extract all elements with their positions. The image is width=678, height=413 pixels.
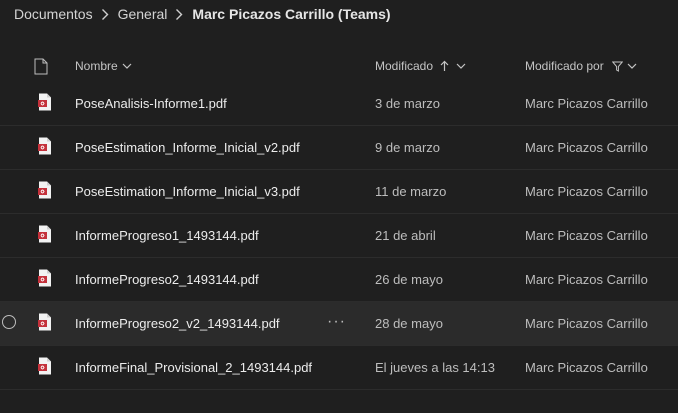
files-view: Documentos General Marc Picazos Carrillo… [0,0,678,413]
breadcrumb-general[interactable]: General [118,6,168,22]
pdf-file-icon [38,357,52,375]
pdf-file-icon [38,225,52,243]
column-header-name[interactable]: Nombre [75,52,132,80]
file-modified-by: Marc Picazos Carrillo [525,184,648,199]
file-modified-by: Marc Picazos Carrillo [525,272,648,287]
file-name[interactable]: InformeProgreso1_1493144.pdf [75,214,259,257]
chevron-down-icon [122,63,132,69]
filter-icon [611,61,623,72]
file-modified-by: Marc Picazos Carrillo [525,228,648,243]
file-modified: 9 de marzo [375,140,441,155]
column-header-modified-by[interactable]: Modificado por [525,52,637,80]
file-row-hovered[interactable]: InformeProgreso2_v2_1493144.pdf ··· 28 d… [0,302,678,346]
row-select-circle[interactable] [2,315,16,329]
chevron-down-icon [456,63,466,69]
file-type-icon[interactable] [34,52,48,80]
column-header-modified[interactable]: Modificado [375,52,466,80]
file-name[interactable]: InformeProgreso2_v2_1493144.pdf [75,302,280,345]
file-modified: 21 de abril [375,228,436,243]
file-modified: 3 de marzo [375,96,441,111]
pdf-file-icon [38,313,52,331]
file-modified: 28 de mayo [375,316,443,331]
file-modified: 26 de mayo [375,272,443,287]
pdf-file-icon [38,269,52,287]
chevron-right-icon [101,8,109,21]
column-header: Nombre Modificado Modificado por [0,52,678,80]
more-options-icon[interactable]: ··· [327,302,346,345]
file-row[interactable]: InformeFinal_Provisional_2_1493144.pdf E… [0,346,678,390]
file-name[interactable]: PoseAnalisis-Informe1.pdf [75,82,227,125]
file-name[interactable]: InformeProgreso2_1493144.pdf [75,258,259,301]
pdf-file-icon [38,181,52,199]
file-modified: 11 de marzo [375,184,447,199]
column-modified-by-label: Modificado por [525,59,604,73]
breadcrumb-current-folder: Marc Picazos Carrillo (Teams) [192,6,391,22]
file-row[interactable]: PoseEstimation_Informe_Inicial_v2.pdf 9 … [0,126,678,170]
file-modified-by: Marc Picazos Carrillo [525,316,648,331]
pdf-file-icon [38,93,52,111]
sort-ascending-icon [440,60,449,72]
file-name[interactable]: PoseEstimation_Informe_Inicial_v2.pdf [75,126,300,169]
file-modified-by: Marc Picazos Carrillo [525,360,648,375]
file-row[interactable]: PoseEstimation_Informe_Inicial_v3.pdf 11… [0,170,678,214]
column-name-label: Nombre [75,59,118,73]
file-modified-by: Marc Picazos Carrillo [525,140,648,155]
pdf-file-icon [38,137,52,155]
file-modified: El jueves a las 14:13 [375,360,495,375]
file-row[interactable]: InformeProgreso2_1493144.pdf 26 de mayo … [0,258,678,302]
file-modified-by: Marc Picazos Carrillo [525,96,648,111]
column-modified-label: Modificado [375,59,434,73]
breadcrumb-documentos[interactable]: Documentos [14,6,93,22]
file-row[interactable]: InformeProgreso1_1493144.pdf 21 de abril… [0,214,678,258]
chevron-down-icon [627,63,637,69]
chevron-right-icon [175,8,183,21]
breadcrumb: Documentos General Marc Picazos Carrillo… [14,0,391,28]
file-name[interactable]: InformeFinal_Provisional_2_1493144.pdf [75,346,312,389]
file-name[interactable]: PoseEstimation_Informe_Inicial_v3.pdf [75,170,300,213]
file-list: PoseAnalisis-Informe1.pdf 3 de marzo Mar… [0,82,678,390]
file-row[interactable]: PoseAnalisis-Informe1.pdf 3 de marzo Mar… [0,82,678,126]
